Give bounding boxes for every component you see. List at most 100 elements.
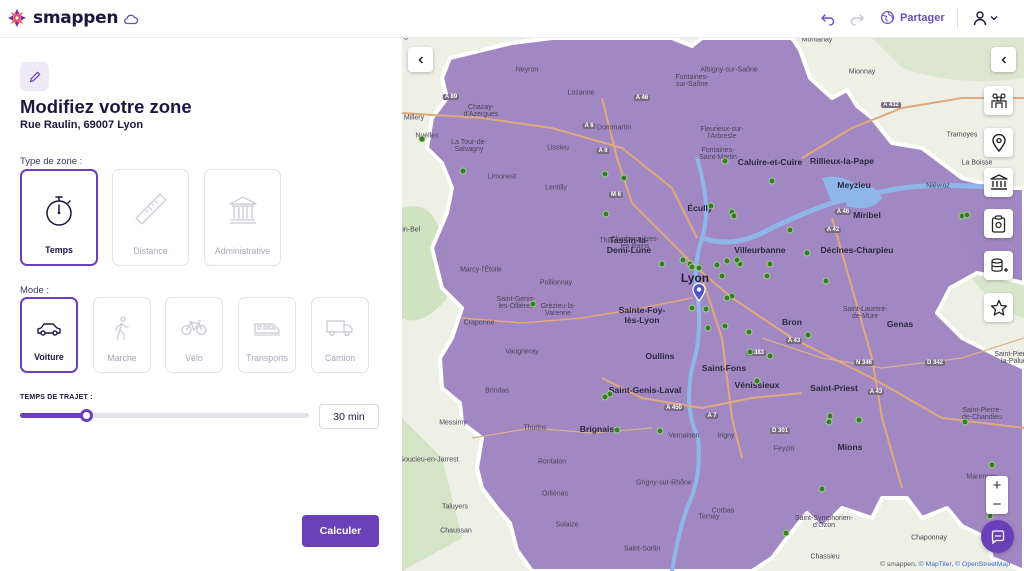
poi-marker[interactable] bbox=[733, 256, 741, 264]
poi-marker[interactable] bbox=[529, 300, 537, 308]
mode-transit[interactable]: Transports bbox=[238, 297, 296, 373]
poi-marker[interactable] bbox=[688, 263, 696, 271]
poi-marker[interactable] bbox=[702, 305, 710, 313]
place-label: Sain-Bel bbox=[402, 226, 421, 234]
mode-car[interactable]: Voiture bbox=[20, 297, 78, 373]
panel-title: Modifiez votre zone bbox=[20, 96, 192, 117]
poi-marker[interactable] bbox=[855, 416, 863, 424]
favorites-button[interactable] bbox=[984, 293, 1013, 322]
top-bar: smappen Partager bbox=[0, 0, 1024, 38]
report-tool-button[interactable] bbox=[984, 209, 1013, 238]
place-label: Taluyers bbox=[441, 503, 469, 511]
zoom-out-button[interactable]: − bbox=[986, 495, 1008, 514]
location-pin-icon[interactable] bbox=[692, 283, 706, 302]
poi-marker[interactable] bbox=[721, 322, 729, 330]
place-label: Mionnay bbox=[848, 68, 876, 76]
road-shield: D 342 bbox=[924, 360, 946, 366]
poi-marker[interactable] bbox=[602, 210, 610, 218]
place-label: Thil bbox=[599, 237, 611, 245]
chevron-left-icon bbox=[417, 55, 423, 64]
road-shield: A 450 bbox=[664, 405, 684, 411]
zone-type-distance[interactable]: Distance bbox=[112, 169, 189, 266]
zone-type-administrative[interactable]: Administrative bbox=[204, 169, 281, 266]
poi-marker[interactable] bbox=[713, 261, 721, 269]
poi-marker[interactable] bbox=[723, 294, 731, 302]
poi-marker[interactable] bbox=[818, 485, 826, 493]
data-tool-button[interactable] bbox=[984, 251, 1013, 280]
maptiler-link[interactable]: © MapTiler bbox=[919, 561, 952, 568]
logo[interactable]: smappen bbox=[7, 8, 118, 28]
poi-marker[interactable] bbox=[988, 461, 996, 469]
openstreetmap-link[interactable]: © OpenStreetMap bbox=[955, 561, 1010, 568]
poi-marker[interactable] bbox=[718, 272, 726, 280]
cloud-sync-icon[interactable] bbox=[123, 11, 139, 27]
mode-truck[interactable]: Camion bbox=[311, 297, 369, 373]
poi-marker[interactable] bbox=[803, 249, 811, 257]
poi-marker[interactable] bbox=[658, 260, 666, 268]
map-attribution: © smappen, © MapTiler, © OpenStreetMap bbox=[880, 561, 1011, 568]
poi-marker[interactable] bbox=[766, 260, 774, 268]
zoom-in-button[interactable]: + bbox=[986, 476, 1008, 495]
poi-marker[interactable] bbox=[601, 170, 609, 178]
population-tool-button[interactable] bbox=[984, 86, 1013, 115]
poi-marker[interactable] bbox=[656, 427, 664, 435]
poi-marker[interactable] bbox=[459, 167, 467, 175]
place-label: LYS bbox=[402, 38, 409, 42]
poi-marker[interactable] bbox=[695, 264, 703, 272]
poi-marker[interactable] bbox=[782, 529, 790, 537]
place-label: Montanay bbox=[801, 38, 833, 44]
place-label: Chaussan bbox=[440, 527, 472, 535]
mode-walk[interactable]: Marche bbox=[93, 297, 151, 373]
redo-icon[interactable] bbox=[849, 11, 865, 27]
poi-marker[interactable] bbox=[753, 377, 761, 385]
calculate-button[interactable]: Calculer bbox=[302, 515, 379, 547]
poi-marker[interactable] bbox=[786, 226, 794, 234]
road-shield: A 89 bbox=[442, 94, 460, 100]
poi-marker[interactable] bbox=[704, 324, 712, 332]
poi-marker[interactable] bbox=[804, 331, 812, 339]
divider bbox=[957, 9, 958, 29]
administrative-tool-button[interactable] bbox=[984, 168, 1013, 197]
poi-marker[interactable] bbox=[763, 272, 771, 280]
zone-type-time[interactable]: Temps bbox=[20, 169, 98, 266]
map-view[interactable]: Lyon Villeurbanne Décines-Charpieu Vénissie… bbox=[402, 38, 1024, 571]
poi-marker[interactable] bbox=[822, 277, 830, 285]
zone-type-label: Type de zone : bbox=[20, 156, 83, 167]
user-menu[interactable] bbox=[973, 10, 999, 26]
poi-marker[interactable] bbox=[746, 348, 754, 356]
mode-bike[interactable]: Vélo bbox=[165, 297, 223, 373]
place-label: Bron bbox=[781, 317, 803, 327]
collapse-toolbar-button[interactable] bbox=[991, 47, 1016, 72]
road-shield: A 7 bbox=[705, 413, 719, 419]
poi-marker[interactable] bbox=[766, 352, 774, 360]
place-label: Soucieu-en-Jarrest bbox=[402, 456, 459, 464]
poi-marker[interactable] bbox=[768, 177, 776, 185]
poi-marker[interactable] bbox=[730, 212, 738, 220]
poi-marker[interactable] bbox=[418, 135, 426, 143]
travel-time-input[interactable]: 30 min bbox=[319, 404, 379, 429]
poi-marker[interactable] bbox=[620, 174, 628, 182]
poi-marker[interactable] bbox=[601, 393, 609, 401]
map-marker-icon bbox=[991, 133, 1006, 152]
undo-icon[interactable] bbox=[820, 11, 836, 27]
poi-tool-button[interactable] bbox=[984, 128, 1013, 157]
poi-marker[interactable] bbox=[963, 211, 971, 219]
slider-thumb[interactable] bbox=[80, 409, 94, 422]
poi-marker[interactable] bbox=[707, 202, 715, 210]
travel-time-slider[interactable] bbox=[20, 409, 309, 422]
chat-button[interactable] bbox=[981, 520, 1014, 553]
share-button[interactable]: Partager bbox=[880, 10, 945, 25]
poi-marker[interactable] bbox=[961, 418, 969, 426]
poi-marker[interactable] bbox=[825, 418, 833, 426]
poi-marker[interactable] bbox=[613, 426, 621, 434]
poi-marker[interactable] bbox=[679, 256, 687, 264]
zone-type-label: Distance bbox=[133, 246, 168, 256]
poi-marker[interactable] bbox=[745, 328, 753, 336]
place-label: Messimy bbox=[439, 419, 467, 427]
poi-marker[interactable] bbox=[723, 257, 731, 265]
place-label: Saint-Laurent- de-Mure bbox=[842, 306, 888, 320]
attribution-prefix: © smappen, bbox=[880, 561, 919, 568]
poi-marker[interactable] bbox=[688, 304, 696, 312]
collapse-panel-button[interactable] bbox=[408, 47, 433, 72]
poi-marker[interactable] bbox=[721, 157, 729, 165]
